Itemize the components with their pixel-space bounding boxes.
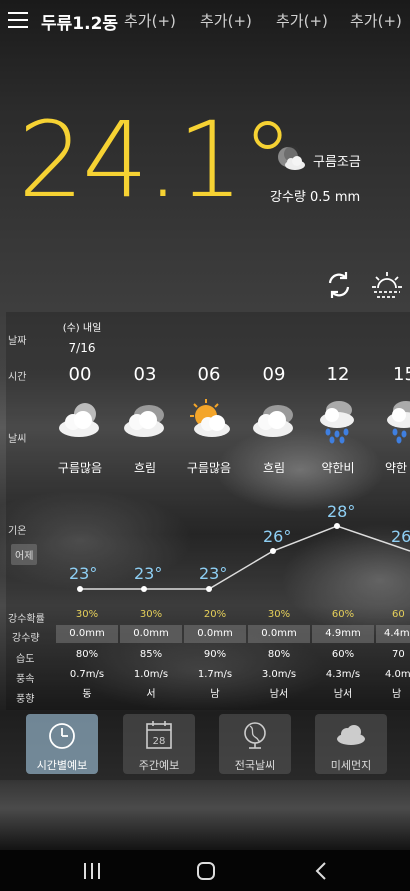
system-navigation-bar (0, 850, 410, 891)
wind-direction: 서 (146, 689, 156, 700)
hour-06: 06 (197, 364, 221, 385)
time-row-label: 시간 (8, 372, 27, 383)
wind-speed: 4.0m (385, 669, 410, 680)
wind-speed: 0.7m/s (69, 669, 105, 680)
temp-value: 28° (327, 502, 356, 521)
hour-03: 03 (133, 364, 157, 385)
precip-amount-label: 강수량 (12, 633, 40, 644)
wind-direction: 남 (210, 689, 220, 700)
temp-value: 26 (391, 527, 410, 546)
weather-label: 흐림 (133, 461, 157, 475)
humidity-label: 습도 (16, 654, 35, 665)
background-sea (0, 780, 410, 850)
sun-cloud-icon (186, 398, 232, 444)
current-precipitation: 강수량 0.5 mm (270, 190, 361, 205)
top-bar: 두류1.2동 추가(+) 추가(+) 추가(+) 추가(+) (0, 0, 410, 40)
date-header: (수) 내일 7/16 (60, 319, 104, 355)
weather-row-label: 날씨 (8, 434, 27, 445)
rain-cloud-icon (317, 398, 357, 448)
wind-direction: 남서 (333, 689, 353, 700)
fine-dust-button[interactable]: 미세먼지 (315, 714, 387, 774)
back-icon[interactable] (313, 861, 329, 881)
humidity: 80% (75, 649, 99, 660)
hourly-forecast-button[interactable]: 시간별예보 (26, 714, 98, 774)
wind-direction-label: 풍향 (16, 694, 35, 705)
location-tab[interactable]: 두류1.2동 (41, 9, 118, 34)
precip-amount: 0.0mm (197, 628, 233, 639)
humidity: 60% (331, 649, 355, 660)
date-row-label: 날짜 (8, 336, 27, 347)
precip-prob: 30% (75, 609, 99, 620)
humidity: 90% (203, 649, 227, 660)
home-icon[interactable] (196, 861, 216, 881)
add-location-tab-1[interactable]: 추가(+) (124, 10, 176, 31)
wind-speed: 1.0m/s (133, 669, 169, 680)
precip-prob: 30% (139, 609, 163, 620)
overcast-icon (251, 400, 297, 444)
nav-label: 미세먼지 (330, 759, 372, 772)
precip-prob: 30% (267, 609, 291, 620)
weather-label: 흐림 (262, 461, 286, 475)
weather-label: 약한비 (321, 461, 355, 475)
clock-icon (49, 723, 75, 749)
sunrise-icon[interactable] (368, 266, 406, 304)
precip-prob: 20% (203, 609, 227, 620)
add-location-tab-4[interactable]: 추가(+) (350, 10, 402, 31)
nav-label: 주간예보 (138, 759, 180, 772)
moon-cloud-icon (276, 146, 306, 176)
hour-09: 09 (262, 364, 286, 385)
add-location-tab-2[interactable]: 추가(+) (200, 10, 252, 31)
humidity: 80% (267, 649, 291, 660)
wind-speed: 4.3m/s (325, 669, 361, 680)
nav-label: 시간별예보 (36, 759, 88, 772)
date-day: (수) 내일 (62, 323, 102, 334)
menu-icon[interactable] (8, 12, 28, 28)
precip-amount: 0.0mm (69, 628, 105, 639)
wind-direction: 남서 (392, 689, 402, 700)
recent-apps-icon[interactable] (82, 862, 102, 880)
weather-label: 구름많음 (186, 461, 232, 475)
humidity: 70 (392, 649, 405, 660)
nav-label: 전국날씨 (234, 759, 276, 772)
temp-value: 23° (69, 564, 98, 583)
weather-label: 구름많음 (57, 461, 103, 475)
temp-value: 23° (134, 564, 163, 583)
wind-speed-label: 풍속 (16, 674, 35, 685)
wind-speed: 1.7m/s (197, 669, 233, 680)
precip-amount: 0.0mm (261, 628, 297, 639)
hour-15: 15 (393, 364, 410, 385)
precip-prob: 60 (392, 609, 405, 620)
precip-prob-label: 강수확률 (8, 614, 45, 625)
weather-label: 약한 (385, 461, 408, 475)
precip-amount: 0.0mm (133, 628, 169, 639)
wind-speed: 3.0m/s (261, 669, 297, 680)
precip-amount: 4.4m (384, 628, 410, 639)
add-location-tab-3[interactable]: 추가(+) (276, 10, 328, 31)
wind-direction: 남서 (269, 689, 289, 700)
national-weather-button[interactable]: 전국날씨 (219, 714, 291, 774)
date-value: 7/16 (68, 341, 96, 355)
precip-prob: 60% (331, 609, 355, 620)
cloudy-icon (57, 400, 103, 444)
current-condition: 구름조금 (313, 155, 361, 170)
hour-12: 12 (326, 364, 350, 385)
hour-00: 00 (68, 364, 92, 385)
humidity: 85% (139, 649, 163, 660)
overcast-icon (122, 400, 168, 444)
temp-value: 23° (199, 564, 228, 583)
precip-amount: 4.9mm (325, 628, 361, 639)
current-temperature: 24.1° (18, 99, 294, 221)
globe-icon (244, 722, 266, 749)
calendar-day: 28 (153, 736, 166, 747)
weekly-forecast-button[interactable]: 28 주간예보 (123, 714, 195, 774)
rain-cloud-icon (384, 398, 410, 448)
temp-value: 26° (263, 527, 292, 546)
calendar-icon: 28 (146, 721, 172, 749)
refresh-icon[interactable] (320, 266, 358, 304)
cloud-icon (337, 725, 365, 745)
wind-direction: 동 (82, 689, 92, 700)
